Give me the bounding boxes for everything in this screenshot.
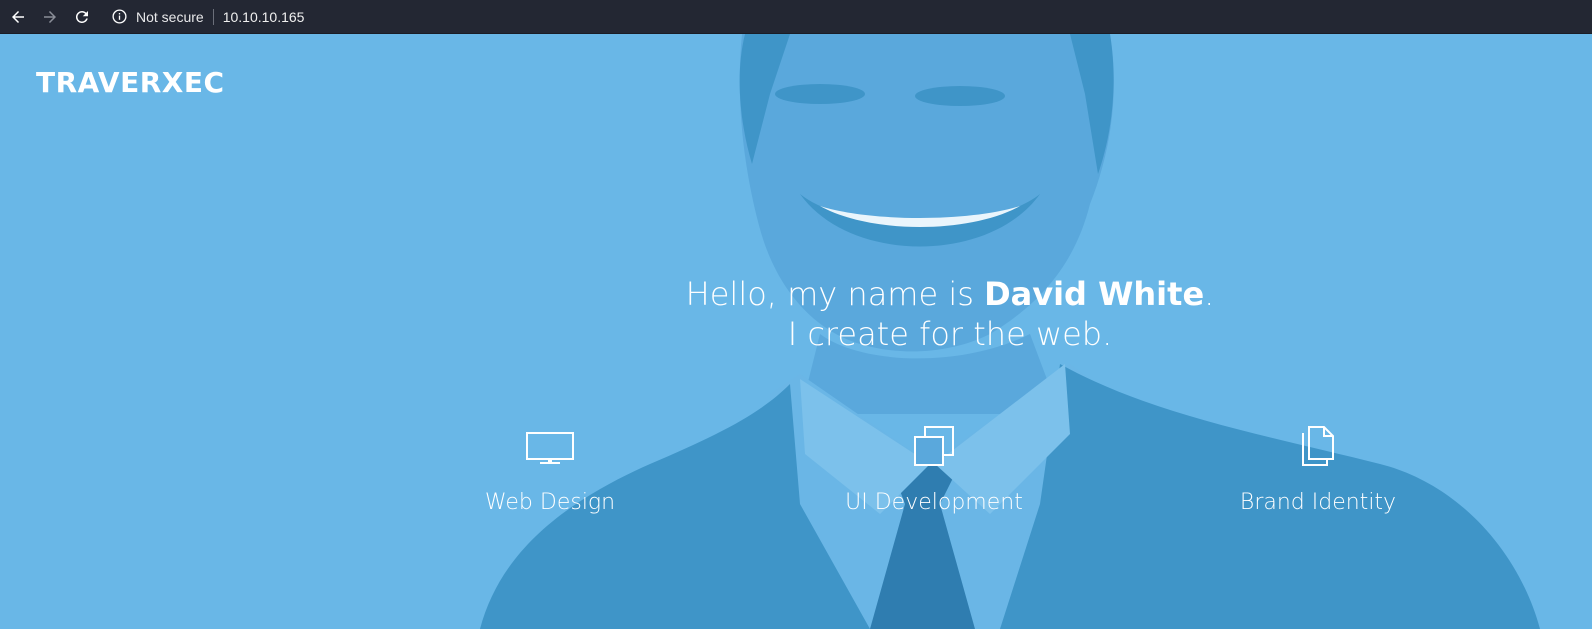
monitor-icon <box>526 432 574 464</box>
arrow-right-icon <box>44 10 56 23</box>
address-bar[interactable]: Not secure 10.10.10.165 <box>112 4 304 30</box>
service-label: UI Development <box>845 490 1023 515</box>
person-name: David White <box>984 275 1205 313</box>
hero-section: TRAVERXEC Hello, my name is David White.… <box>0 34 1592 629</box>
browser-toolbar: Not secure 10.10.10.165 <box>0 0 1592 34</box>
headline-line-1: Hello, my name is David White. <box>600 274 1300 314</box>
documents-icon <box>1302 426 1334 466</box>
layers-icon <box>914 426 954 466</box>
service-brand-identity: Brand Identity <box>1188 426 1448 515</box>
hero-headline: Hello, my name is David White. I create … <box>600 274 1300 354</box>
headline-period: . <box>1204 275 1215 313</box>
service-ui-development: UI Development <box>804 426 1064 515</box>
service-label: Brand Identity <box>1239 490 1397 515</box>
url-text[interactable]: 10.10.10.165 <box>223 9 305 25</box>
info-icon[interactable] <box>112 9 128 25</box>
service-web-design: Web Design <box>420 426 680 515</box>
back-button[interactable] <box>2 0 34 34</box>
service-label: Web Design <box>484 490 616 515</box>
site-logo[interactable]: TRAVERXEC <box>36 66 225 99</box>
headline-line-2: I create for the web. <box>787 315 1113 353</box>
greeting-text: Hello, my name is <box>685 275 985 313</box>
security-status[interactable]: Not secure <box>136 9 204 25</box>
arrow-left-icon <box>12 10 24 23</box>
omnibox-divider <box>212 8 214 25</box>
forward-button[interactable] <box>34 0 66 34</box>
reload-button[interactable] <box>66 0 98 34</box>
reload-icon <box>75 10 88 23</box>
